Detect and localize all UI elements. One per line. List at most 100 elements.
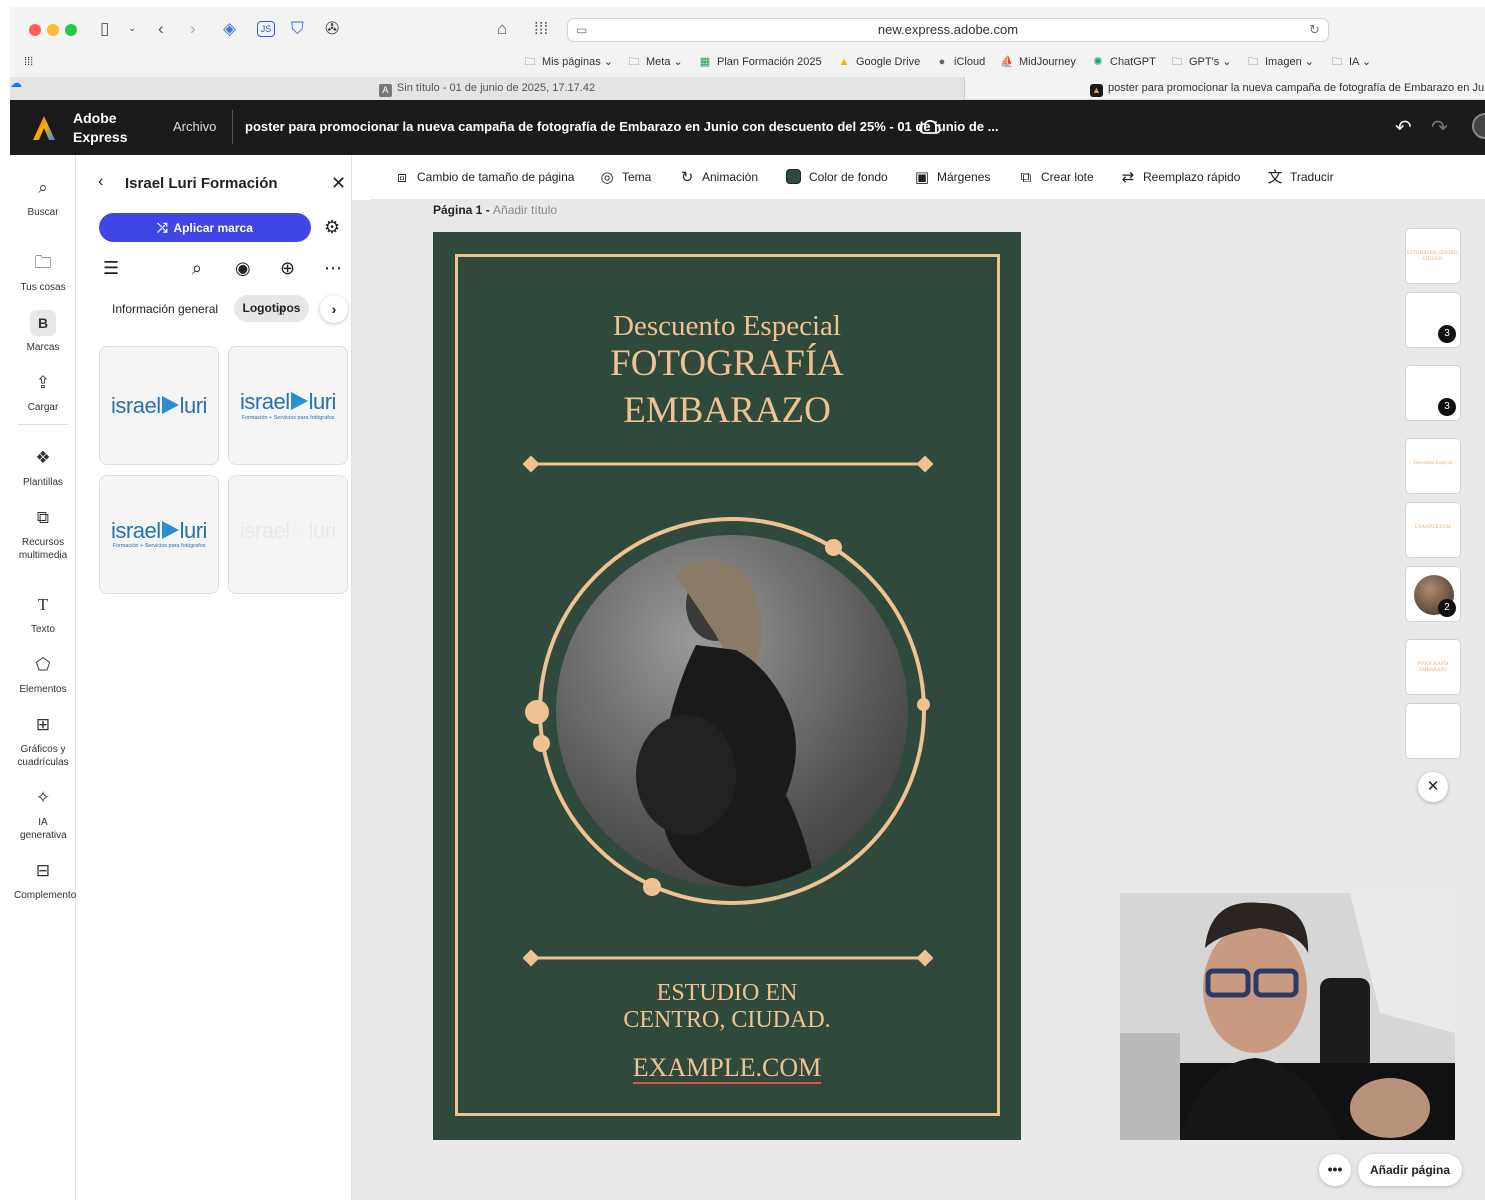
rail-complementos[interactable]: ⊟ Complementos — [10, 858, 81, 902]
rail-buscar[interactable]: ⌕ Buscar — [10, 175, 76, 219]
bookmark-mis-paginas[interactable]: 🗀 Mis páginas ⌄ — [523, 54, 613, 70]
poster-divider-top[interactable] — [523, 453, 933, 475]
margins-button[interactable]: ▣ Márgenes — [913, 168, 990, 187]
apps-grid-icon[interactable]: ⁞⁞⁞ — [534, 18, 548, 40]
page-settings-icon[interactable]: ▭ — [576, 19, 587, 41]
bookmarks-grid-icon[interactable]: ⁞⁞⁞ — [24, 54, 33, 70]
back-icon[interactable]: ‹ — [158, 18, 164, 40]
openai-icon: ✺ — [1093, 56, 1103, 68]
more-options-icon[interactable]: ⋯ — [324, 258, 342, 279]
search-icon[interactable]: ⌕ — [192, 258, 202, 279]
chevron-down-icon[interactable]: ⌄ — [128, 18, 136, 40]
tab-other[interactable]: ▲ poster para promocionar la nueva campañ… — [1090, 77, 1485, 99]
translate-button[interactable]: 文 Traducir — [1266, 168, 1333, 187]
add-page-button[interactable]: Añadir página — [1358, 1154, 1462, 1186]
page-thumbnail-4[interactable]: Descuento Especial — [1405, 438, 1461, 494]
logo-card-2[interactable]: israel luri Formación + Servicios para fo… — [228, 346, 348, 465]
rail-recursos[interactable]: ⧉ Recursos multimedia — [10, 505, 76, 562]
poster-title[interactable]: FOTOGRAFÍA EMBARAZO — [433, 340, 1021, 434]
reload-icon[interactable]: ↻ — [1309, 19, 1320, 41]
adobe-express-logo-icon[interactable] — [32, 115, 56, 141]
background-color-button[interactable]: Color de fondo — [786, 168, 888, 186]
apply-brand-button[interactable]: ⤮ Aplicar marca — [99, 213, 311, 242]
js-extension-icon[interactable]: JS — [257, 21, 275, 37]
tabs-next-icon[interactable]: › — [320, 295, 348, 323]
sidebar-toggle-icon[interactable]: ▯ — [100, 18, 109, 40]
bookmark-meta[interactable]: 🗀 Meta ⌄ — [627, 54, 683, 70]
batch-button[interactable]: ⧉ Crear lote — [1017, 168, 1094, 187]
poster-page[interactable]: Descuento Especial FOTOGRAFÍA EMBARAZO E… — [433, 232, 1021, 1140]
onedrive-cloud-icon[interactable]: ☁ — [10, 76, 22, 90]
more-options-button[interactable]: ••• — [1319, 1154, 1351, 1186]
bookmark-chatgpt[interactable]: ✺ ChatGPT — [1091, 54, 1155, 70]
poster-address[interactable]: ESTUDIO EN CENTRO, CIUDAD. — [433, 980, 1021, 1034]
page-thumbnail-8[interactable] — [1405, 703, 1461, 759]
extension-icon[interactable]: ✇ — [325, 18, 339, 40]
bookmark-midjourney[interactable]: ⛵ MidJourney — [1000, 54, 1076, 70]
poster-subtitle[interactable]: Descuento Especial — [433, 310, 1021, 343]
poster-photo-ring[interactable] — [538, 517, 926, 905]
avatar[interactable] — [1472, 113, 1485, 139]
logo-card-4[interactable]: israel luri — [228, 475, 348, 594]
sort-icon[interactable]: ☰ — [103, 258, 119, 279]
menu-archivo[interactable]: Archivo — [173, 119, 216, 134]
add-circle-icon[interactable]: ⊕ — [280, 258, 295, 279]
rail-marcas[interactable]: B Marcas — [10, 310, 76, 354]
forward-icon[interactable]: › — [190, 18, 196, 40]
bookmark-gpts[interactable]: 🗀 GPT's ⌄ — [1170, 54, 1232, 70]
logo-card-1[interactable]: israel luri — [99, 346, 219, 465]
tab-informacion-general[interactable]: Información general — [112, 302, 218, 316]
quick-replace-button[interactable]: ⇄ Reemplazo rápido — [1119, 168, 1241, 187]
home-icon[interactable]: ⌂ — [497, 18, 507, 40]
rail-texto[interactable]: T Texto — [10, 592, 76, 636]
rail-plantillas[interactable]: ❖ Plantillas — [10, 445, 76, 489]
bookmark-ia[interactable]: 🗀 IA ⌄ — [1330, 54, 1372, 70]
logo-card-3[interactable]: israel luri Formación + Servicios para fo… — [99, 475, 219, 594]
poster-url[interactable]: EXAMPLE.COM — [433, 1053, 1021, 1084]
redo-icon[interactable]: ↷ — [1431, 115, 1448, 140]
theme-button[interactable]: ◎ Tema — [598, 168, 651, 187]
page-thumbnail-6[interactable]: 2 — [1405, 566, 1461, 622]
undo-icon[interactable]: ↶ — [1395, 115, 1412, 140]
close-window-button[interactable] — [29, 24, 41, 36]
rail-ia-generativa[interactable]: ✧ IA generativa — [10, 785, 76, 842]
tab-logotipos[interactable]: Logotipos — [234, 295, 309, 322]
bookmark-icloud[interactable]: ● iCloud — [935, 54, 986, 70]
media-icon: ⧉ — [36, 508, 50, 527]
zoom-window-button[interactable] — [65, 24, 77, 36]
tab-active[interactable]: A Sin título - 01 de junio de 2025, 17.17… — [10, 77, 965, 100]
page-thumbnail-2[interactable]: 3 — [1405, 292, 1461, 348]
gear-icon[interactable]: ⚙ — [324, 217, 340, 238]
back-chevron-icon[interactable]: ‹ — [98, 173, 103, 191]
document-title[interactable]: poster para promocionar la nueva campaña… — [232, 110, 998, 144]
bookmark-google-drive[interactable]: ▲ Google Drive — [837, 54, 921, 70]
logo-wordmark: israel luri — [111, 393, 207, 418]
silhouette-figure-icon — [636, 560, 816, 887]
minimize-window-button[interactable] — [47, 24, 59, 36]
close-thumbnails-icon[interactable]: ✕ — [1418, 772, 1448, 802]
rail-graficos[interactable]: ⊞ Gráficos y cuadrículas — [10, 712, 76, 769]
page-thumbnail-1[interactable]: ESTUDIO EN CENTRO, CIUDAD. — [1405, 228, 1461, 284]
bookmark-plan-formacion[interactable]: ▦ Plan Formación 2025 — [698, 54, 822, 70]
cloud-sync-icon[interactable] — [918, 116, 942, 138]
poster-divider-bottom[interactable] — [523, 947, 933, 969]
page-title-input[interactable]: Añadir título — [493, 203, 557, 217]
frame-dot — [525, 700, 549, 724]
page-thumbnail-3[interactable]: 3 — [1405, 365, 1461, 421]
page-thumbnail-7[interactable]: FOTOGRAFÍA EMBARAZO — [1405, 639, 1461, 695]
share-brand-icon[interactable]: ◉ — [235, 258, 251, 279]
animation-button[interactable]: ↻ Animación — [678, 168, 758, 187]
resize-page-button[interactable]: ⧈ Cambio de tamaño de página — [393, 168, 574, 187]
address-bar[interactable]: ▭ new.express.adobe.com ↻ — [567, 18, 1329, 42]
rail-tus-cosas[interactable]: 🗀 Tus cosas — [10, 250, 76, 294]
maternity-photo[interactable] — [556, 535, 908, 887]
shield-icon[interactable]: ⛉ — [291, 18, 304, 40]
templates-icon: ❖ — [35, 448, 51, 467]
rail-elementos[interactable]: ⬠ Elementos — [10, 652, 76, 696]
resize-icon: ⧈ — [397, 169, 407, 186]
page-thumbnail-5[interactable]: EXAMPLE.COM — [1405, 502, 1461, 558]
rail-cargar[interactable]: ⇪ Cargar — [10, 370, 76, 414]
bookmark-imagen[interactable]: 🗀 Imagen ⌄ — [1246, 54, 1314, 70]
close-panel-icon[interactable]: ✕ — [331, 173, 346, 194]
extension-cube-icon[interactable]: ◈ — [223, 18, 236, 40]
